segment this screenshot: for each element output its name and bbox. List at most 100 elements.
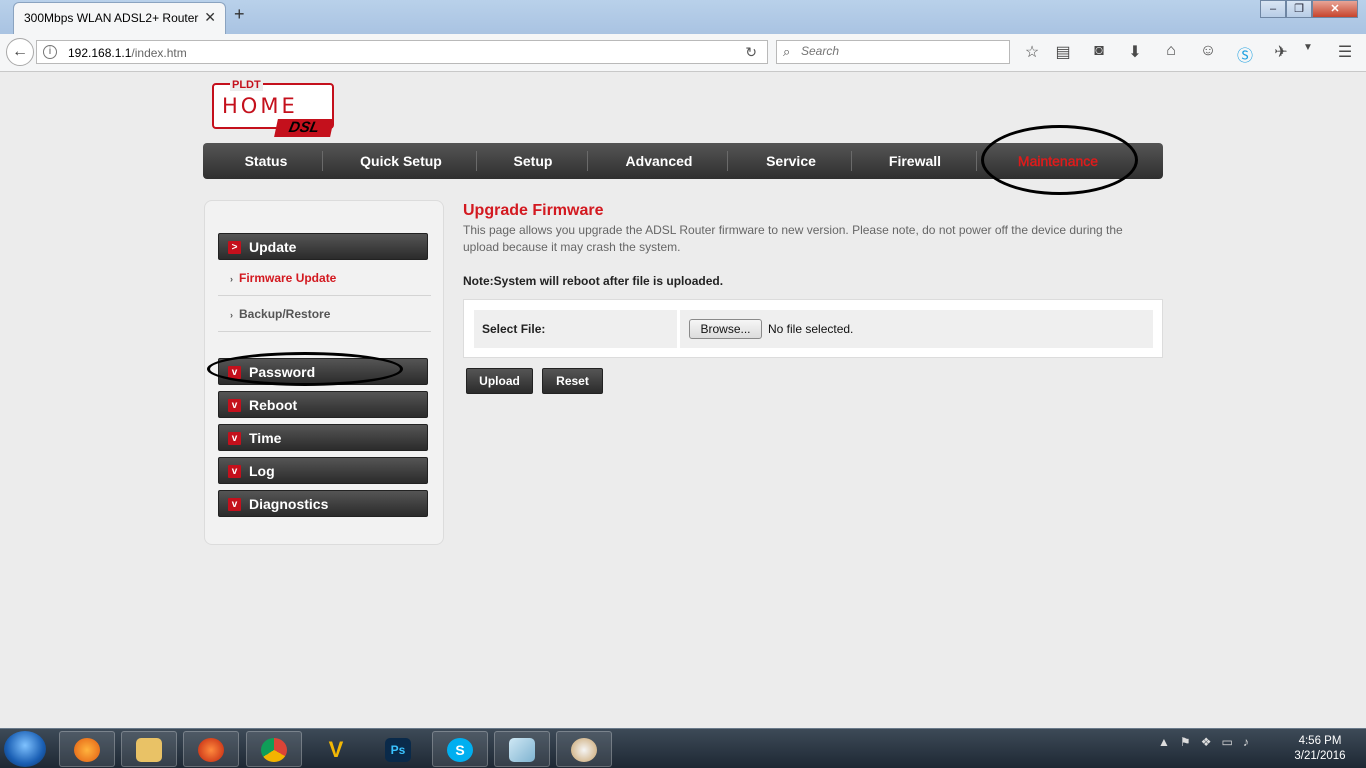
select-file-label: Select File:	[482, 322, 546, 336]
window-controls: – ❐ ✕	[1260, 0, 1358, 18]
page-description: This page allows you upgrade the ADSL Ro…	[463, 223, 1123, 254]
taskbar-firefox[interactable]	[59, 731, 115, 767]
expand-arrow-icon: v	[228, 465, 241, 478]
browser-tab[interactable]: 300Mbps WLAN ADSL2+ Router ✕	[13, 2, 226, 34]
pldt-home-dsl-logo: PLDT HOME DSL	[212, 79, 336, 139]
taskbar-file-explorer[interactable]	[121, 731, 177, 767]
notes-icon	[509, 738, 535, 762]
info-icon[interactable]: i	[43, 45, 57, 59]
nav-separator	[851, 151, 852, 171]
pocket-icon[interactable]: ◙	[1088, 42, 1110, 64]
tab-close-icon[interactable]: ✕	[204, 9, 216, 26]
chrome-icon	[261, 738, 287, 762]
nav-quick-setup[interactable]: Quick Setup	[343, 143, 459, 179]
select-file-label-cell: Select File:	[474, 310, 677, 348]
nav-service[interactable]: Service	[743, 143, 839, 179]
select-file-value-cell: Browse... No file selected.	[680, 310, 1153, 348]
search-box[interactable]: ⌕	[776, 40, 1010, 64]
tray-expand-icon[interactable]: ▲	[1158, 735, 1170, 749]
divider	[218, 295, 431, 296]
browser-titlebar: 300Mbps WLAN ADSL2+ Router ✕ + – ❐ ✕	[0, 0, 1366, 34]
browse-button[interactable]: Browse...	[689, 319, 762, 339]
network-icon[interactable]: ▭	[1221, 735, 1232, 749]
search-input[interactable]	[801, 44, 1001, 58]
back-arrow-icon[interactable]: ←	[6, 38, 34, 66]
logo-dsl: DSL	[274, 119, 334, 137]
page-title: Upgrade Firmware	[463, 202, 604, 219]
menu-icon[interactable]: ☰	[1334, 42, 1356, 64]
dropdown-icon[interactable]: ▼	[1297, 42, 1319, 64]
sidebar-item-diagnostics[interactable]: v Diagnostics	[218, 490, 428, 517]
taskbar: V Ps S ▲ ⚑ ❖ ▭ ♪ 4:56 PM 3/21/2016	[0, 728, 1366, 768]
sidebar-item-time[interactable]: v Time	[218, 424, 428, 451]
sidebar-item-update[interactable]: > Update	[218, 233, 428, 260]
taskbar-skype[interactable]: S	[432, 731, 488, 767]
sidebar-item-label: Update	[249, 239, 297, 255]
taskbar-photoshop[interactable]: Ps	[370, 731, 426, 767]
sidebar-subitem-backup-restore[interactable]: › Backup/Restore	[230, 307, 330, 321]
sidebar-item-password[interactable]: v Password	[218, 358, 428, 385]
new-tab-button[interactable]: +	[234, 4, 245, 25]
sidebar-subitem-firmware-update[interactable]: › Firmware Update	[230, 271, 336, 285]
firefox-alt-icon	[198, 738, 224, 762]
nav-advanced[interactable]: Advanced	[603, 143, 715, 179]
start-button[interactable]	[4, 731, 46, 767]
home-icon[interactable]: ⌂	[1160, 42, 1182, 64]
nav-separator	[727, 151, 728, 171]
reset-button[interactable]: Reset	[542, 368, 603, 394]
chat-icon[interactable]: ☺	[1197, 42, 1219, 64]
vectir-icon: V	[328, 737, 344, 762]
sidebar-item-label: Time	[249, 430, 282, 446]
clock[interactable]: 4:56 PM 3/21/2016	[1282, 734, 1358, 764]
sidebar: > Update › Firmware Update › Backup/Restor…	[204, 200, 444, 545]
browser-navbar: ← i 192.168.1.1/index.htm ↻ ⌕ ☆ ▤ ◙ ⬇ ⌂ …	[0, 34, 1366, 72]
taskbar-chrome[interactable]	[246, 731, 302, 767]
bullet-arrow-icon: ›	[230, 274, 233, 284]
paint-icon	[571, 738, 597, 762]
nav-status[interactable]: Status	[223, 143, 309, 179]
bookmark-star-icon[interactable]: ☆	[1021, 42, 1043, 64]
clock-time: 4:56 PM	[1298, 735, 1342, 747]
skype-icon[interactable]: Ⓢ	[1234, 42, 1256, 65]
url-bar[interactable]: i 192.168.1.1/index.htm ↻	[36, 40, 768, 64]
expand-arrow-icon: v	[228, 498, 241, 511]
system-tray: ▲ ⚑ ❖ ▭ ♪	[1158, 735, 1249, 749]
volume-icon[interactable]: ♪	[1243, 735, 1249, 749]
nav-firewall[interactable]: Firewall	[867, 143, 963, 179]
divider	[218, 331, 431, 332]
action-center-icon[interactable]: ⚑	[1180, 735, 1191, 749]
url-text: 192.168.1.1/index.htm	[68, 46, 187, 60]
folder-icon	[136, 738, 162, 762]
download-icon[interactable]: ⬇	[1124, 42, 1146, 64]
reading-list-icon[interactable]: ▤	[1052, 42, 1074, 64]
sidebar-item-label: Reboot	[249, 397, 298, 413]
sidebar-item-label: Diagnostics	[249, 496, 329, 512]
upload-button[interactable]: Upload	[466, 368, 533, 394]
taskbar-notes[interactable]	[494, 731, 550, 767]
sidebar-item-reboot[interactable]: v Reboot	[218, 391, 428, 418]
taskbar-firefox-alt[interactable]	[183, 731, 239, 767]
sidebar-item-label: Password	[249, 364, 316, 380]
maximize-button[interactable]: ❐	[1286, 0, 1312, 18]
expand-arrow-icon: v	[228, 399, 241, 412]
reboot-note: Note:System will reboot after file is up…	[463, 274, 724, 288]
nav-setup[interactable]: Setup	[493, 143, 573, 179]
sidebar-item-log[interactable]: v Log	[218, 457, 428, 484]
window-close-button[interactable]: ✕	[1312, 0, 1358, 18]
logo-home: HOME	[222, 94, 298, 118]
file-select-panel: Select File: Browse... No file selected.	[463, 299, 1163, 358]
taskbar-vectir[interactable]: V	[308, 731, 364, 767]
extension-icon[interactable]: ✈	[1270, 42, 1292, 64]
taskbar-paint[interactable]	[556, 731, 612, 767]
firefox-icon	[74, 738, 100, 762]
dropbox-icon[interactable]: ❖	[1201, 735, 1212, 749]
skype-app-icon: S	[447, 738, 473, 762]
reload-icon[interactable]: ↻	[745, 44, 757, 61]
minimize-button[interactable]: –	[1260, 0, 1286, 18]
nav-separator	[322, 151, 323, 171]
collapse-arrow-icon: >	[228, 241, 241, 254]
expand-arrow-icon: v	[228, 432, 241, 445]
nav-maintenance[interactable]: Maintenance	[993, 143, 1123, 179]
nav-separator	[587, 151, 588, 171]
tab-title: 300Mbps WLAN ADSL2+ Router	[24, 11, 199, 25]
